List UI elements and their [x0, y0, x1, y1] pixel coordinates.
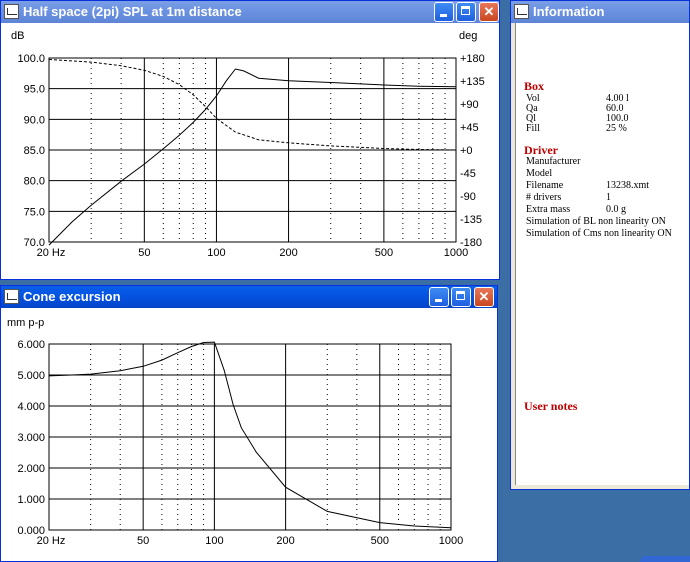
y2-tick-label: +180 [460, 53, 485, 65]
minimize-button[interactable] [434, 2, 454, 22]
driver-row-label: # drivers [526, 192, 562, 203]
y2-tick-label: +90 [460, 99, 479, 111]
y-tick-label: 5.000 [17, 370, 45, 382]
x-tick-label: 100 [207, 247, 225, 259]
cone-window: Cone excursion ✕ mm p-p 6.000 5.000 4.000 3.… [0, 285, 498, 562]
y2-tick-label: +45 [460, 122, 479, 134]
y2-tick-label: -135 [460, 214, 482, 226]
cone-chart: mm p-p6.0005.0004.0003.0002.0001.0000.00… [7, 317, 463, 547]
x-tick-label: 200 [279, 247, 297, 259]
maximize-button[interactable] [456, 2, 476, 22]
x-tick-label: 20 Hz [37, 247, 66, 259]
y2-tick-label: -90 [460, 191, 476, 203]
driver-row-label: Manufacturer [526, 156, 581, 167]
info-window: Information Box Driver User notes Vol 4.0… [510, 0, 690, 490]
y2-tick-label: +0 [460, 145, 473, 157]
y-tick-label: 1.000 [17, 494, 45, 506]
cone-title: Cone excursion [23, 289, 121, 304]
y-tick-label: 4.000 [17, 401, 45, 413]
x-tick-label: 50 [137, 535, 149, 547]
y2-tick-label: -45 [460, 168, 476, 180]
y-tick-label: 85.0 [24, 145, 45, 157]
y-tick-label: 6.000 [17, 339, 45, 351]
spl-titlebar[interactable]: Half space (2pi) SPL at 1m distance ✕ [1, 1, 499, 23]
minimize-button[interactable] [429, 287, 449, 307]
y-axis-unit: mm p-p [7, 317, 44, 329]
driver-row-value: 13238.xmt [606, 180, 650, 191]
y-tick-label: 80.0 [24, 176, 45, 188]
spl-chart: dB deg100.095.090.085.080.075.070.0+180+1… [11, 30, 485, 259]
taskbar-corner [640, 556, 690, 562]
right-axis-unit: deg [459, 30, 477, 42]
info-icon [514, 4, 529, 19]
x-tick-label: 20 Hz [37, 535, 66, 547]
left-axis-unit: dB [11, 30, 24, 42]
x-tick-label: 200 [276, 535, 294, 547]
close-button[interactable]: ✕ [474, 287, 494, 307]
series-spl-line [48, 68, 457, 246]
box-row-value: 25 % [606, 123, 627, 134]
graph-icon [4, 289, 19, 304]
x-tick-label: 500 [371, 535, 389, 547]
x-tick-label: 1000 [439, 535, 463, 547]
spl-window: Half space (2pi) SPL at 1m distance ✕ dB… [0, 0, 500, 280]
driver-note: Simulation of BL non linearity ON [526, 216, 666, 227]
x-tick-label: 50 [138, 247, 150, 259]
y-tick-label: 95.0 [24, 84, 45, 96]
series-line [48, 341, 452, 529]
y2-tick-label: +135 [460, 76, 485, 88]
y-tick-label: 90.0 [24, 114, 45, 126]
series-phase-line [48, 59, 457, 151]
close-button[interactable]: ✕ [479, 2, 499, 22]
driver-note: Simulation of Cms non linearity ON [526, 228, 672, 239]
maximize-button[interactable] [451, 287, 471, 307]
graph-icon [4, 4, 19, 19]
info-content: Box Driver User notes Vol 4.00 l Qa 60.0 Ql 1… [515, 23, 689, 485]
driver-row-label: Extra mass [526, 204, 571, 215]
y-tick-label: 3.000 [17, 432, 45, 444]
driver-row-label: Filename [526, 180, 564, 191]
box-row-label: Fill [526, 123, 540, 134]
x-tick-label: 100 [205, 535, 223, 547]
y-tick-label: 2.000 [17, 463, 45, 475]
driver-row-label: Model [526, 168, 553, 179]
driver-row-value: 1 [606, 192, 611, 203]
driver-row-value: 0.0 g [606, 204, 626, 215]
user-notes-heading: User notes [524, 399, 578, 413]
info-title: Information [533, 4, 605, 19]
box-heading: Box [524, 79, 545, 93]
info-titlebar[interactable]: Information [511, 1, 689, 23]
cone-titlebar[interactable]: Cone excursion ✕ [1, 286, 497, 308]
y-tick-label: 100.0 [17, 53, 45, 65]
y-tick-label: 75.0 [24, 206, 45, 218]
spl-title: Half space (2pi) SPL at 1m distance [23, 4, 242, 19]
x-tick-label: 1000 [444, 247, 468, 259]
x-tick-label: 500 [375, 247, 393, 259]
